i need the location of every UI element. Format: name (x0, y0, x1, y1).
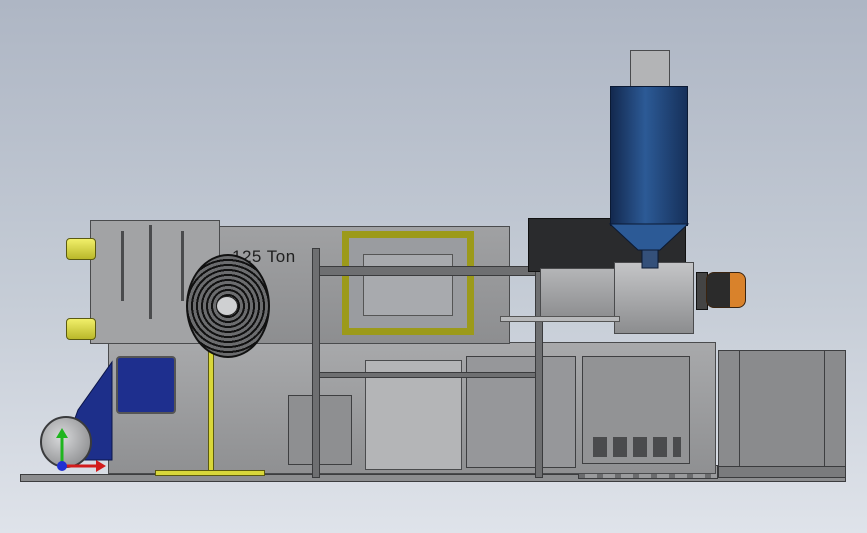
hopper-body (610, 86, 688, 226)
side-crate (718, 350, 846, 471)
mold-guard-frame (342, 231, 474, 335)
control-cabinet (288, 395, 352, 465)
cooling-fan[interactable] (186, 254, 270, 358)
rail-post-left (312, 248, 320, 478)
z-axis-dot (57, 461, 67, 471)
vent-cabinet (582, 356, 690, 464)
vent-grille (593, 437, 681, 457)
fan-hub (216, 296, 238, 316)
blue-access-panel (116, 356, 176, 414)
fan-stand-base (155, 470, 265, 476)
hopper-cap (630, 50, 670, 88)
drive-motor (706, 272, 746, 308)
injection-barrel (540, 268, 620, 320)
cad-viewport[interactable]: 125 Ton (0, 0, 867, 533)
safety-rail-top (312, 266, 542, 276)
hydraulic-cylinder-bottom (66, 318, 96, 340)
axis-triad (56, 428, 106, 472)
safety-rail-lower (318, 372, 542, 378)
tie-rod (500, 316, 620, 322)
crate-pallet (718, 466, 846, 478)
hydraulic-cylinder-top (66, 238, 96, 260)
hopper-cone (608, 223, 690, 269)
injection-head (614, 262, 694, 334)
